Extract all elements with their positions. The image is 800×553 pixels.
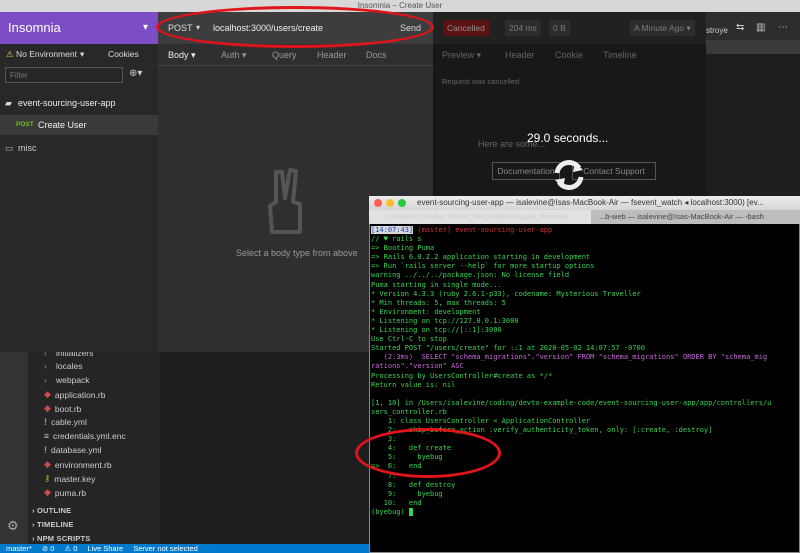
terminal-line: * Environment: development (371, 307, 481, 316)
terminal-line: * Listening on tcp://[::1]:3000 (371, 326, 502, 335)
editor-tab-text[interactable]: stroye (706, 26, 728, 35)
live-share[interactable]: Live Share (87, 544, 123, 553)
terminal-line: Puma starting in single mode... (371, 280, 502, 289)
git-branch[interactable]: master* (6, 544, 32, 553)
environment-row: ⚠ No Environment ▾ Cookies (0, 44, 158, 64)
terminal-line: 8: def destroy (371, 480, 456, 489)
terminal-line: Return value is: nil (371, 380, 456, 389)
terminal-tab-2[interactable]: ...b-web — isalevine@Isas-MacBook-Air — … (599, 210, 764, 224)
terminal-line: Use Ctrl-C to stop (371, 335, 447, 344)
zoom-window-button[interactable] (398, 199, 406, 207)
key-file-icon: ⚷ (44, 473, 51, 483)
ruby-file-icon: ◆ (44, 459, 51, 469)
terminal-line: [14:07:43] (master) event-sourcing-user-… (371, 226, 553, 234)
terminal-line: * Listening on tcp://127.0.0.1:3000 (371, 316, 519, 325)
request-name: Create User (38, 120, 87, 130)
terminal-line: 9: byebug (371, 489, 443, 498)
yaml-file-icon: ! (44, 417, 47, 427)
tree-item[interactable]: ! database.yml (44, 445, 102, 455)
tree-item[interactable]: ◆ puma.rb (44, 487, 86, 498)
terminal-line: (2.3ms) SELECT "schema_migrations"."vers… (371, 353, 768, 362)
request-item-create-user[interactable]: POST Create User (0, 115, 158, 135)
folder-open-icon: ▰ (5, 98, 12, 108)
terminal-line: Started POST "/users/create" for ::1 at … (371, 344, 645, 353)
terminal-line: => Rails 6.0.2.2 application starting in… (371, 253, 591, 262)
terminal-line: => Run `rails server --help` for more st… (371, 262, 595, 271)
terminal-tab-active[interactable]: ...salevine/.rvm/bin TERM_PROGRAM=Apple_… (369, 210, 591, 224)
warning-icon: ⚠ (6, 49, 14, 59)
timeline-section[interactable]: › TIMELINE (32, 520, 74, 529)
terminal-line: Processing by UsersController#create as … (371, 371, 553, 380)
annotation-ellipse-code (355, 428, 501, 478)
method-badge: POST (16, 121, 34, 128)
tree-item[interactable]: › webpack (44, 375, 90, 385)
terminal-titlebar: event-sourcing-user-app — isalevine@Isas… (369, 196, 800, 210)
terminal-line: * Version 4.3.3 (ruby 2.6.1-p33), codena… (371, 289, 641, 298)
outline-section[interactable]: › OUTLINE (32, 506, 71, 515)
tree-item[interactable]: ! cable.yml (44, 417, 87, 427)
tree-item[interactable]: ≡ credentials.yml.enc (44, 431, 126, 441)
tab-docs[interactable]: Docs (366, 44, 387, 66)
tree-item[interactable]: › locales (44, 361, 82, 371)
vscode-editor-right (706, 54, 800, 199)
terminal-cursor[interactable] (408, 507, 414, 516)
yaml-file-icon: ! (44, 445, 47, 455)
errors-count[interactable]: ⊘ 0 (42, 544, 55, 553)
ruby-file-icon: ◆ (44, 487, 51, 497)
terminal-line: sers_controller.rb (371, 407, 447, 416)
npm-scripts-section[interactable]: › NPM SCRIPTS (32, 534, 90, 543)
warnings-count[interactable]: ⚠ 0 (64, 544, 77, 553)
terminal-output: [14:07:43] (master) event-sourcing-user-… (371, 226, 799, 551)
lock-file-icon: ≡ (44, 431, 49, 441)
filter-input[interactable] (5, 67, 123, 83)
terminal-line: rations"."version" ASC (371, 362, 464, 371)
split-editor-icon[interactable]: ⇆ (736, 22, 744, 33)
peace-hand-icon (262, 168, 312, 236)
annotation-ellipse-url (156, 6, 434, 48)
terminal-line: warning ../../../package.json: No licens… (371, 271, 570, 280)
terminal-line: => Booting Puma (371, 244, 435, 253)
empty-body-message: Select a body type from above (236, 248, 358, 258)
tree-item[interactable]: ◆ application.rb (44, 389, 105, 400)
terminal-tabs: ...salevine/.rvm/bin TERM_PROGRAM=Apple_… (369, 210, 800, 224)
tree-item[interactable]: ◆ boot.rb (44, 403, 81, 414)
tree-item[interactable]: ◆ environment.rb (44, 459, 112, 470)
terminal-line: 10: end (371, 498, 422, 507)
folder-icon: ▭ (5, 143, 14, 153)
hint-text: Here are some... (478, 139, 546, 149)
chevron-down-icon: ▾ (142, 22, 148, 33)
close-window-button[interactable] (374, 199, 382, 207)
ruby-file-icon: ◆ (44, 389, 51, 399)
vscode-activity-bar: ⚙ (0, 352, 28, 544)
server-status[interactable]: Server not selected (133, 544, 198, 553)
tree-item[interactable]: ⚷ master.key (44, 473, 95, 484)
cookies-button[interactable]: Cookies (108, 44, 139, 64)
tab-body[interactable]: Body ▾ (168, 44, 196, 66)
terminal-line: (byebug) (371, 507, 799, 517)
workspace-folder[interactable]: ▰ event-sourcing-user-app (0, 92, 158, 114)
vscode-editor (160, 352, 370, 544)
terminal-line: 1: class UsersController < ApplicationCo… (371, 416, 591, 425)
add-plus-icon[interactable]: ⊕▾ (129, 68, 142, 79)
more-actions-icon[interactable]: ⋯ (778, 22, 788, 33)
chevron-down-icon: ▾ (80, 49, 85, 59)
terminal-line: [1, 10] in /Users/isalevine/coding/devto… (371, 398, 772, 407)
insomnia-brand[interactable]: Insomnia ▾ (0, 12, 158, 44)
terminal-line: * Min threads: 5, max threads: 5 (371, 298, 506, 307)
documentation-button[interactable]: Documentation (492, 162, 560, 180)
refresh-spinner-icon (551, 158, 587, 192)
environment-select[interactable]: No Environment (16, 44, 77, 64)
window-title: Insomnia – Create User (357, 1, 443, 10)
folder-misc[interactable]: ▭ misc (0, 141, 158, 155)
chevron-right-icon: › (44, 361, 47, 371)
settings-gear-icon[interactable]: ⚙ (7, 518, 19, 534)
vscode-breadcrumb-strip (706, 40, 800, 54)
minimize-window-button[interactable] (386, 199, 394, 207)
ruby-file-icon: ◆ (44, 403, 51, 413)
layout-icon[interactable]: ▥ (756, 22, 765, 33)
terminal-line: // ♥ rails s (371, 235, 422, 244)
chevron-right-icon: › (44, 375, 47, 385)
tab-auth[interactable]: Auth ▾ (221, 44, 247, 66)
